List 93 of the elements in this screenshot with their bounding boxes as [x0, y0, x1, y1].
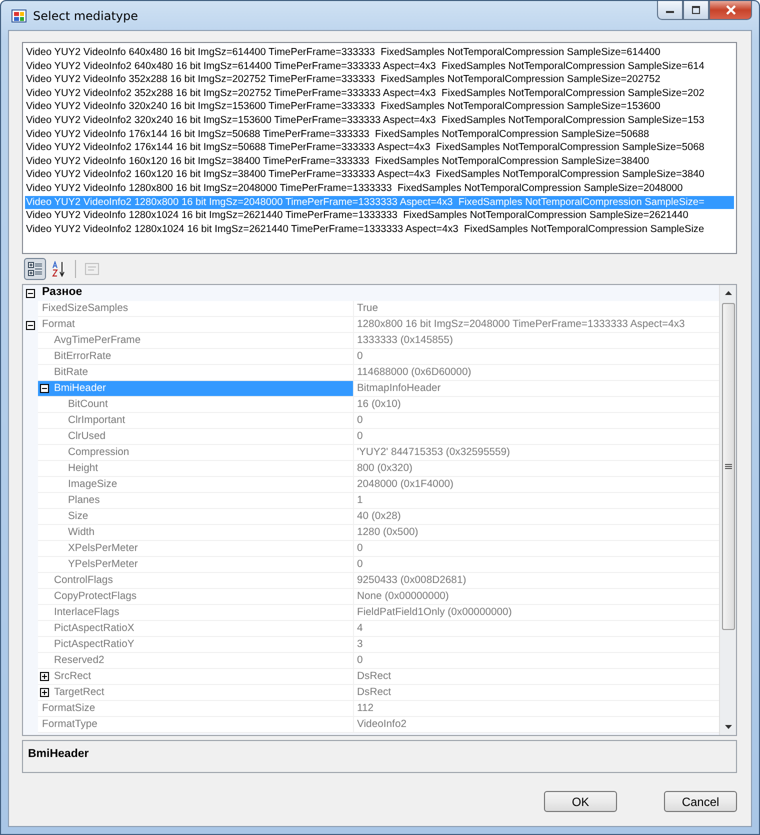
property-value: VideoInfo2 — [353, 717, 719, 733]
property-value: BitmapInfoHeader — [353, 381, 719, 397]
property-name[interactable]: CopyProtectFlags — [38, 589, 353, 605]
property-value: 0 — [353, 541, 719, 557]
media-type-item[interactable]: Video YUY2 VideoInfo2 320x240 16 bit ImgSz=153600 TimePerFrame=333333 Aspect=4x3 FixedSamples NotTemporalCompression SampleSize=153 — [25, 114, 734, 128]
property-name[interactable]: TargetRect — [38, 685, 353, 701]
media-type-item[interactable]: Video YUY2 VideoInfo2 1280x1024 16 bit ImgSz=2621440 TimePerFrame=1333333 Aspect=4x3 FixedSamples NotTemporalCompression SampleSize — [25, 222, 734, 236]
property-pages-icon — [84, 261, 100, 277]
media-type-item[interactable]: Video YUY2 VideoInfo 160x120 16 bit ImgSz=38400 TimePerFrame=333333 FixedSamples NotTemporalCompression SampleSize=38400 — [25, 154, 734, 168]
property-name[interactable]: InterlaceFlags — [38, 605, 353, 621]
property-name[interactable]: Format — [38, 317, 353, 333]
property-name[interactable]: Height — [38, 461, 353, 477]
media-type-item[interactable]: Video YUY2 VideoInfo 320x240 16 bit ImgSz=153600 TimePerFrame=333333 FixedSamples NotTemporalCompression SampleSize=153600 — [25, 100, 734, 114]
maximize-button[interactable] — [683, 1, 709, 20]
property-value: 9250433 (0x008D2681) — [353, 573, 719, 589]
expand-icon[interactable] — [40, 688, 49, 697]
property-name[interactable]: Compression — [38, 445, 353, 461]
property-name[interactable]: ControlFlags — [38, 573, 353, 589]
media-type-item[interactable]: Video YUY2 VideoInfo2 640x480 16 bit ImgSz=614400 TimePerFrame=333333 Aspect=4x3 FixedSamples NotTemporalCompression SampleSize=614 — [25, 60, 734, 74]
property-value: DsRect — [353, 685, 719, 701]
scroll-up-icon[interactable] — [724, 291, 732, 295]
property-name[interactable]: FixedSizeSamples — [38, 301, 353, 317]
property-value: 1280 (0x500) — [353, 525, 719, 541]
property-value: 112 — [353, 701, 719, 717]
media-type-item[interactable]: Video YUY2 VideoInfo 1280x800 16 bit ImgSz=2048000 TimePerFrame=1333333 FixedSamples NotTemporalCompression SampleSize=2048000 — [25, 182, 734, 196]
property-name[interactable]: FormatType — [38, 717, 353, 733]
property-name[interactable]: PictAspectRatioX — [38, 621, 353, 637]
property-name[interactable]: ImageSize — [38, 477, 353, 493]
property-name[interactable]: PictAspectRatioY — [38, 637, 353, 653]
media-type-item[interactable]: Video YUY2 VideoInfo2 176x144 16 bit ImgSz=50688 TimePerFrame=333333 Aspect=4x3 FixedSamples NotTemporalCompression SampleSize=5068 — [25, 141, 734, 155]
description-title: BmiHeader — [28, 748, 89, 760]
grip-icon — [724, 464, 732, 470]
property-name[interactable]: BitRate — [38, 365, 353, 381]
property-value: 0 — [353, 653, 719, 669]
close-icon — [724, 5, 736, 15]
categorized-button[interactable] — [24, 258, 46, 280]
minimize-button[interactable] — [657, 1, 683, 20]
property-value: 40 (0x28) — [353, 509, 719, 525]
property-value: 0 — [353, 429, 719, 445]
property-name[interactable]: YPelsPerMeter — [38, 557, 353, 573]
media-type-item[interactable]: Video YUY2 VideoInfo2 352x288 16 bit ImgSz=202752 TimePerFrame=333333 Aspect=4x3 FixedSamples NotTemporalCompression SampleSize=202 — [25, 86, 734, 100]
property-value: DsRect — [353, 669, 719, 685]
property-value: 0 — [353, 413, 719, 429]
maximize-icon — [691, 6, 701, 14]
media-type-item[interactable]: Video YUY2 VideoInfo2 160x120 16 bit ImgSz=38400 TimePerFrame=333333 Aspect=4x3 FixedSamples NotTemporalCompression SampleSize=3840 — [25, 168, 734, 182]
expand-icon[interactable] — [40, 672, 49, 681]
sort-az-icon — [51, 261, 67, 277]
collapse-icon[interactable] — [26, 288, 35, 298]
property-name[interactable]: Reserved2 — [38, 653, 353, 669]
property-value: 0 — [353, 349, 719, 365]
property-name[interactable]: Size — [38, 509, 353, 525]
close-button[interactable] — [709, 1, 752, 20]
media-type-item[interactable]: Video YUY2 VideoInfo 352x288 16 bit ImgSz=202752 TimePerFrame=333333 FixedSamples NotTemporalCompression SampleSize=202752 — [25, 73, 734, 87]
property-name[interactable]: ClrUsed — [38, 429, 353, 445]
property-value: 114688000 (0x6D60000) — [353, 365, 719, 381]
scroll-down-icon[interactable] — [724, 725, 732, 729]
property-value: 800 (0x320) — [353, 461, 719, 477]
category-label: Разное — [41, 285, 82, 300]
property-value: True — [353, 301, 719, 317]
property-value: None (0x00000000) — [353, 589, 719, 605]
property-value: FieldPatField1Only (0x00000000) — [353, 605, 719, 621]
scroll-thumb[interactable] — [722, 303, 734, 630]
property-value: 4 — [353, 621, 719, 637]
ok-button[interactable]: OK — [544, 791, 617, 812]
categorized-icon — [27, 261, 43, 277]
media-type-item[interactable]: Video YUY2 VideoInfo 640x480 16 bit ImgSz=614400 TimePerFrame=333333 FixedSamples NotTemporalCompression SampleSize=614400 — [25, 46, 734, 60]
property-name[interactable]: ClrImportant — [38, 413, 353, 429]
property-name[interactable]: SrcRect — [38, 669, 353, 685]
property-name[interactable]: Planes — [38, 493, 353, 509]
property-name[interactable]: BitCount — [38, 397, 353, 413]
property-value: 0 — [353, 557, 719, 573]
property-name[interactable]: AvgTimePerFrame — [38, 333, 353, 349]
cancel-button[interactable]: Cancel — [664, 791, 737, 812]
property-value: 'YUY2' 844715353 (0x32595559) — [353, 445, 719, 461]
property-value: 1280x800 16 bit ImgSz=2048000 TimePerFrame=1333333 Aspect=4x3 — [353, 317, 719, 333]
property-value: 16 (0x10) — [353, 397, 719, 413]
property-name[interactable]: BitErrorRate — [38, 349, 353, 365]
media-type-item[interactable]: Video YUY2 VideoInfo 176x144 16 bit ImgSz=50688 TimePerFrame=333333 FixedSamples NotTemporalCompression SampleSize=50688 — [25, 128, 734, 142]
collapse-icon[interactable] — [26, 320, 35, 330]
app-icon — [11, 8, 27, 24]
property-name[interactable]: FormatSize — [38, 701, 353, 717]
property-value: 1 — [353, 493, 719, 509]
property-value: 1333333 (0x145855) — [353, 333, 719, 349]
media-type-item[interactable]: Video YUY2 VideoInfo 1280x1024 16 bit ImgSz=2621440 TimePerFrame=1333333 FixedSamples NotTemporalCompression SampleSize=2621440 — [25, 209, 734, 223]
property-name[interactable]: BmiHeader — [38, 381, 353, 397]
window-title: Select mediatype — [33, 8, 138, 22]
media-type-item[interactable]: Video YUY2 VideoInfo2 1280x800 16 bit ImgSz=2048000 TimePerFrame=1333333 Aspect=4x3 FixedSamples NotTemporalCompression SampleSize= — [25, 196, 734, 210]
property-value: 2048000 (0x1F4000) — [353, 477, 719, 493]
vertical-scrollbar[interactable] — [719, 285, 736, 735]
property-name[interactable]: XPelsPerMeter — [38, 541, 353, 557]
collapse-icon[interactable] — [40, 384, 49, 393]
property-name[interactable]: Width — [38, 525, 353, 541]
property-value: 3 — [353, 637, 719, 653]
